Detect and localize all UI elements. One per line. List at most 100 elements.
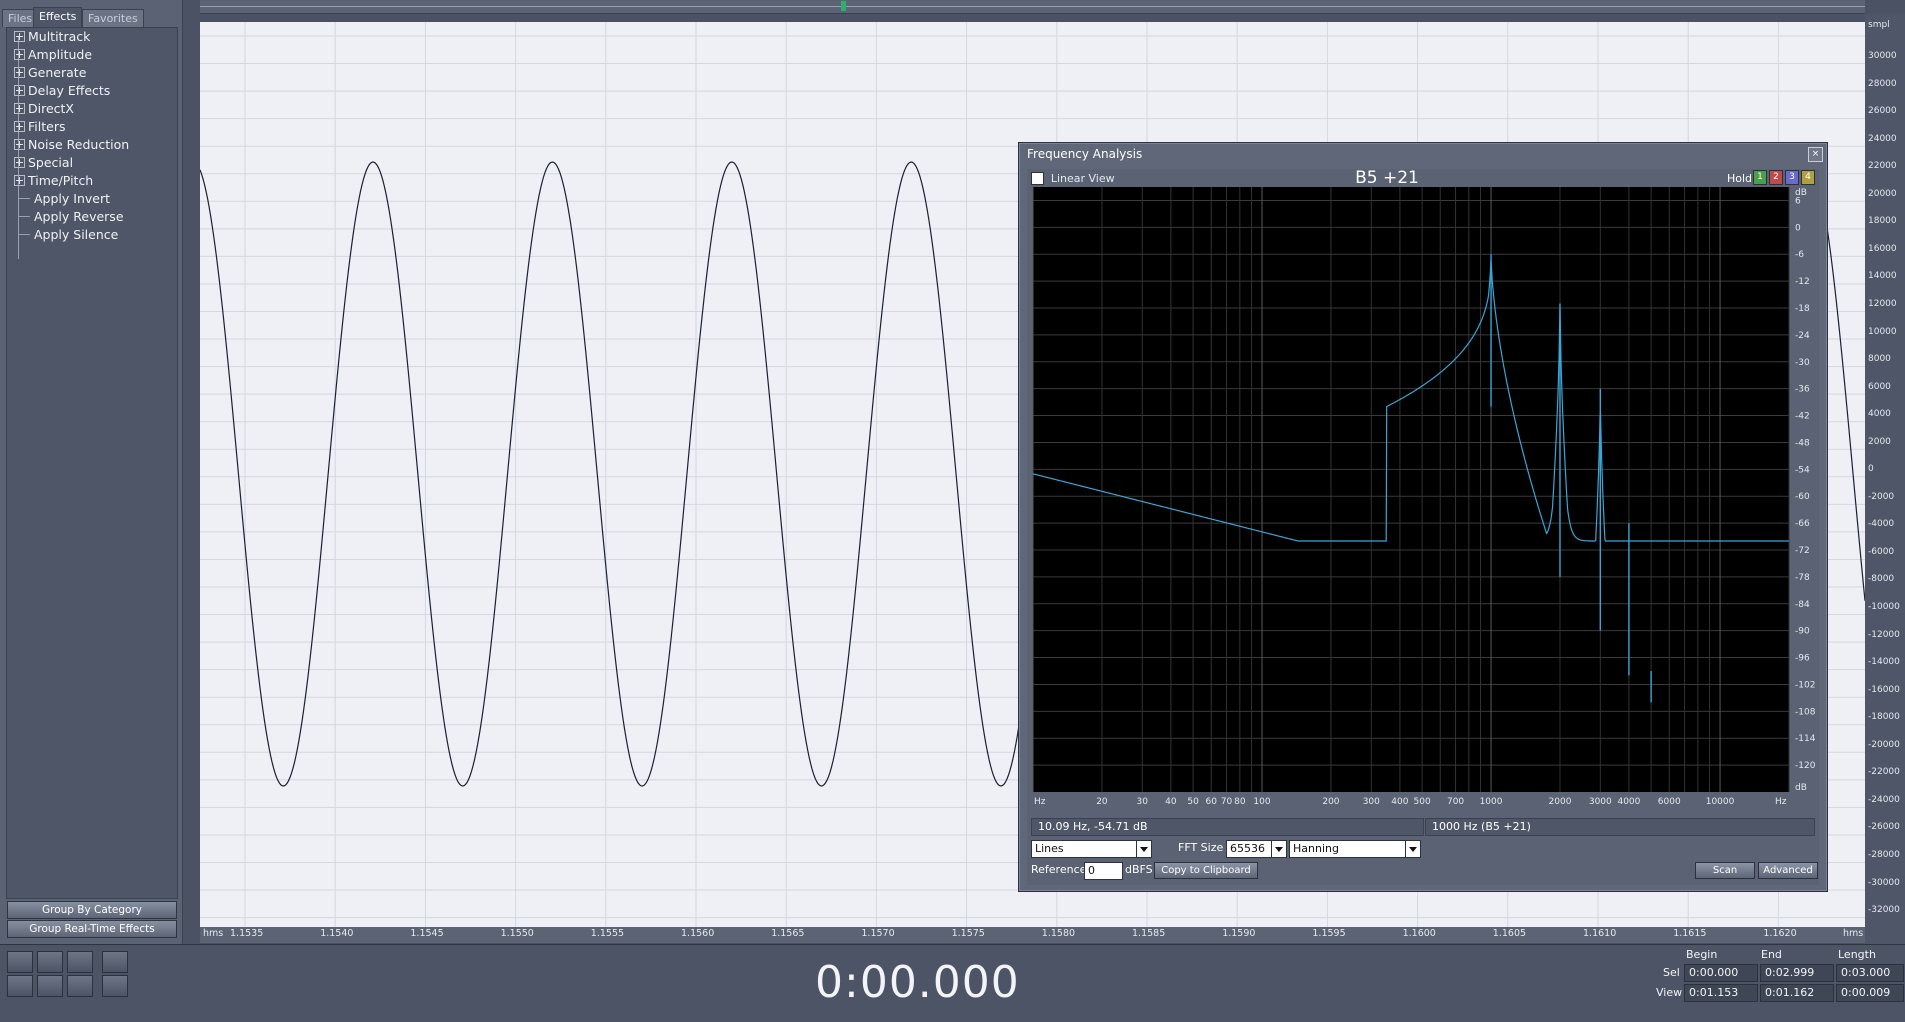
overview-strip[interactable] — [200, 0, 1865, 14]
linear-view-label: Linear View — [1050, 172, 1115, 185]
tree-group-item[interactable]: DirectX — [7, 100, 74, 118]
linear-view-checkbox[interactable]: Linear View — [1031, 171, 1115, 185]
time-ruler[interactable]: hms hms 1.1535 1.1540 1.1545 1.1550 1.1555 1.… — [200, 927, 1865, 943]
db-tick-label: -24 — [1795, 331, 1810, 341]
length-header: Length — [1838, 948, 1876, 961]
amplitude-tick-label: 12000 — [1868, 298, 1897, 309]
time-tick-label: 1.1570 — [861, 928, 895, 939]
frequency-analysis-window[interactable]: Frequency Analysis × Linear View B5 +21 … — [1018, 142, 1828, 892]
tree-group-item[interactable]: Multitrack — [7, 28, 90, 46]
view-begin-field[interactable]: 0:01.153 — [1684, 984, 1758, 1002]
advanced-button[interactable]: Advanced — [1758, 862, 1818, 879]
chevron-down-icon[interactable] — [1405, 841, 1420, 857]
amplitude-tick-label: -16000 — [1868, 684, 1900, 695]
tree-group-label: Delay Effects — [28, 83, 111, 98]
db-tick-label: -54 — [1795, 465, 1810, 475]
expand-plus-icon[interactable] — [14, 103, 25, 114]
expand-plus-icon[interactable] — [14, 121, 25, 132]
zoom-right-icon[interactable] — [67, 975, 93, 997]
time-tick-label: 1.1550 — [500, 928, 534, 939]
tree-effect-item[interactable]: Apply Invert — [7, 190, 110, 208]
sel-end-field[interactable]: 0:02.999 — [1760, 964, 1834, 982]
hz-unit-label: Hz — [1034, 797, 1046, 807]
sel-begin-field[interactable]: 0:00.000 — [1684, 964, 1758, 982]
effects-panel: Files Effects Favorites Multitrack Amplit… — [0, 0, 183, 944]
tree-group-item[interactable]: Noise Reduction — [7, 136, 129, 154]
tree-group-item[interactable]: Special — [7, 154, 73, 172]
tree-group-label: Time/Pitch — [28, 173, 94, 188]
db-tick-label: -96 — [1795, 654, 1810, 664]
zoom-in-horizontal-icon[interactable] — [7, 951, 33, 973]
hz-tick-label: 3000 — [1589, 797, 1612, 807]
tree-group-item[interactable]: Generate — [7, 64, 86, 82]
zoom-to-selection-icon[interactable] — [7, 975, 33, 997]
tree-group-item[interactable]: Time/Pitch — [7, 172, 93, 190]
chevron-down-icon[interactable] — [1136, 841, 1151, 857]
tree-group-label: Amplitude — [28, 47, 93, 62]
db-tick-label: -84 — [1795, 600, 1810, 610]
hold-2-button[interactable]: 2 — [1769, 170, 1783, 185]
plot-type-select[interactable]: Lines — [1031, 840, 1152, 858]
reference-label: Reference — [1031, 863, 1087, 876]
copy-to-clipboard-button[interactable]: Copy to Clipboard — [1154, 862, 1258, 879]
sel-label: Sel — [1663, 966, 1680, 979]
time-tick-label: 1.1590 — [1222, 928, 1256, 939]
group-by-category-button[interactable]: Group By Category — [7, 901, 177, 919]
zoom-full-icon[interactable] — [67, 951, 93, 973]
hold-4-button[interactable]: 4 — [1801, 170, 1815, 185]
zoom-in-vertical-icon[interactable] — [102, 951, 128, 973]
group-realtime-effects-button[interactable]: Group Real-Time Effects — [7, 920, 177, 938]
db-tick-label: -108 — [1795, 707, 1816, 717]
end-header: End — [1761, 948, 1782, 961]
close-icon[interactable]: × — [1808, 147, 1823, 162]
sel-length-field[interactable]: 0:03.000 — [1836, 964, 1904, 982]
amplitude-tick-label: 18000 — [1868, 216, 1897, 227]
hold-1-button[interactable]: 1 — [1753, 170, 1767, 185]
spectrum-plot[interactable]: dB60-6-12-18-24-30-36-42-48-54-60-66-72-… — [1031, 187, 1816, 812]
expand-plus-icon[interactable] — [14, 49, 25, 60]
reference-input[interactable]: 0 — [1084, 862, 1123, 880]
hz-tick-label: 300 — [1363, 797, 1380, 807]
tab-favorites[interactable]: Favorites — [82, 9, 144, 27]
time-display: 0:00.000 — [815, 957, 1020, 1008]
hold-label: Hold — [1727, 172, 1753, 185]
expand-plus-icon[interactable] — [14, 31, 25, 42]
db-unit-label-bottom: dB — [1795, 783, 1807, 793]
expand-plus-icon[interactable] — [14, 67, 25, 78]
hz-tick-label: 30 — [1137, 797, 1149, 807]
amplitude-tick-label: -4000 — [1868, 519, 1895, 530]
hold-3-button[interactable]: 3 — [1785, 170, 1799, 185]
tree-group-label: Multitrack — [28, 29, 91, 44]
expand-plus-icon[interactable] — [14, 85, 25, 96]
peak-readout: 1000 Hz (B5 +21) — [1425, 818, 1815, 836]
expand-plus-icon[interactable] — [14, 175, 25, 186]
scan-button[interactable]: Scan — [1695, 862, 1755, 879]
playhead-marker[interactable] — [841, 1, 846, 11]
tree-branch — [18, 216, 30, 217]
amplitude-tick-label: -20000 — [1868, 739, 1900, 750]
tree-group-item[interactable]: Amplitude — [7, 46, 92, 64]
zoom-out-vertical-icon[interactable] — [102, 975, 128, 997]
tree-group-item[interactable]: Filters — [7, 118, 65, 136]
tree-effect-item[interactable]: Apply Silence — [7, 226, 118, 244]
expand-plus-icon[interactable] — [14, 157, 25, 168]
view-end-field[interactable]: 0:01.162 — [1760, 984, 1834, 1002]
checkbox-box[interactable] — [1031, 172, 1044, 185]
chevron-down-icon[interactable] — [1271, 841, 1286, 857]
tree-effect-item[interactable]: Apply Reverse — [7, 208, 124, 226]
db-tick-label: -48 — [1795, 438, 1810, 448]
tab-effects[interactable]: Effects — [33, 7, 83, 27]
tree-group-item[interactable]: Delay Effects — [7, 82, 110, 100]
zoom-out-horizontal-icon[interactable] — [37, 951, 63, 973]
expand-plus-icon[interactable] — [14, 139, 25, 150]
time-tick-label: 1.1575 — [951, 928, 985, 939]
window-function-select[interactable]: Hanning — [1289, 840, 1421, 858]
amplitude-tick-label: 4000 — [1868, 409, 1891, 420]
hz-tick-label: 2000 — [1549, 797, 1572, 807]
reference-unit: dBFS — [1125, 863, 1153, 876]
fft-size-select[interactable]: 65536 — [1226, 840, 1287, 858]
zoom-left-icon[interactable] — [37, 975, 63, 997]
amplitude-tick-label: 14000 — [1868, 271, 1897, 282]
hz-tick-label: 80 — [1234, 797, 1246, 807]
view-length-field[interactable]: 0:00.009 — [1836, 984, 1904, 1002]
